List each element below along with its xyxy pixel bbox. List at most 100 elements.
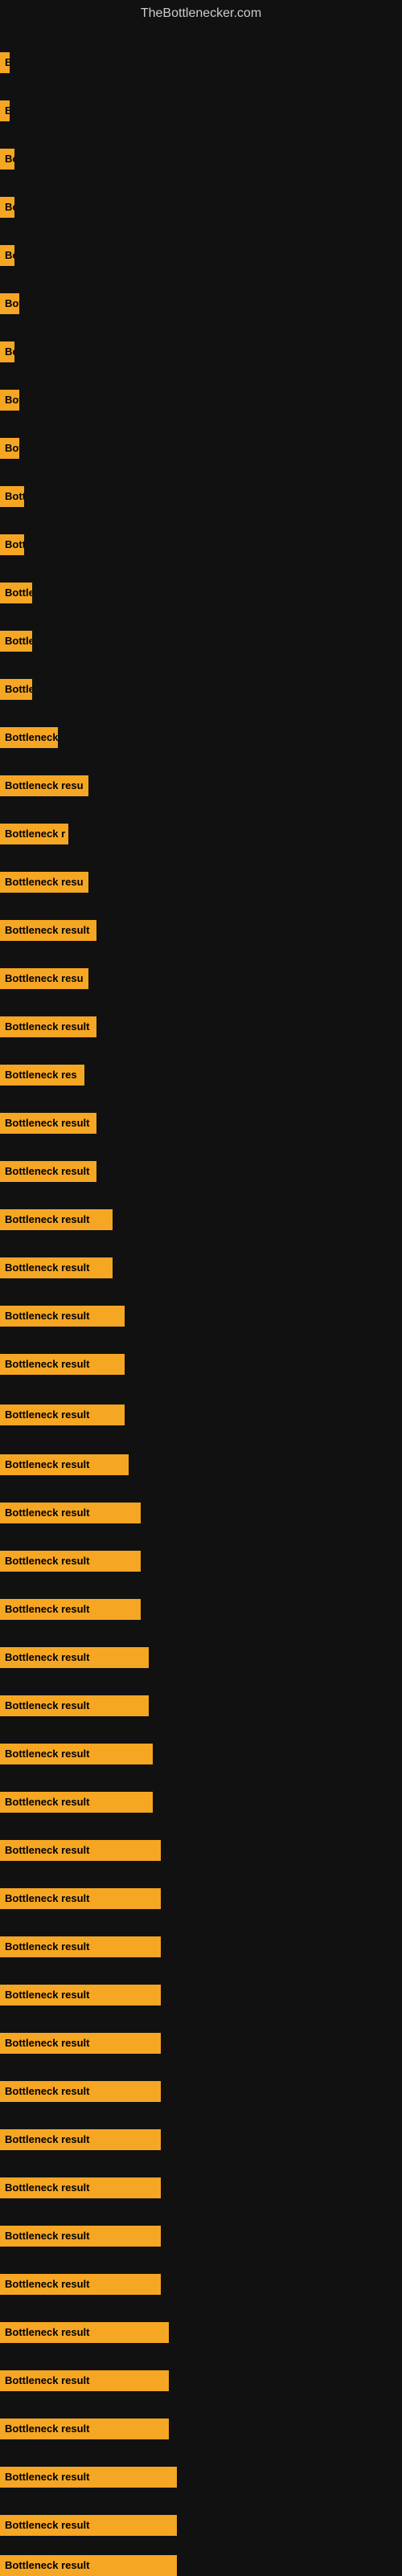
bottleneck-label: Bo	[0, 197, 14, 218]
bottleneck-label: Bott	[0, 534, 24, 555]
bottleneck-label: Bottleneck resu	[0, 775, 88, 796]
bottleneck-item: Bottleneck result	[0, 2033, 402, 2054]
bottleneck-item: Bottleneck result	[0, 2322, 402, 2343]
bottleneck-item: Bottleneck result	[0, 2081, 402, 2102]
bottleneck-label: Bottleneck result	[0, 2555, 177, 2576]
bottleneck-label: Bottleneck result	[0, 1599, 141, 1620]
bottleneck-label: Bottleneck result	[0, 2177, 161, 2198]
bottleneck-label: Bottleneck result	[0, 1792, 153, 1813]
bottleneck-label: Bottleneck result	[0, 1551, 141, 1572]
bottleneck-label: Bottleneck result	[0, 2033, 161, 2054]
bottleneck-label: Bottleneck result	[0, 1936, 161, 1957]
bottleneck-label: Bottleneck result	[0, 1985, 161, 2006]
bottleneck-item: Bottleneck result	[0, 1016, 402, 1037]
bottleneck-label: Bottleneck result	[0, 2081, 161, 2102]
bottleneck-label: Bottle	[0, 679, 32, 700]
bottleneck-item: Bottleneck result	[0, 2467, 402, 2488]
bottleneck-item: Bottle	[0, 679, 402, 700]
bottleneck-label: Bottleneck result	[0, 1888, 161, 1909]
bottleneck-item: Bo	[0, 341, 402, 362]
bottleneck-label: Bo	[0, 341, 14, 362]
bottleneck-label: Bottleneck result	[0, 1016, 96, 1037]
bottleneck-item: Bottleneck result	[0, 2370, 402, 2391]
bottleneck-label: Bottleneck	[0, 727, 58, 748]
bottleneck-label: Bottleneck result	[0, 1257, 113, 1278]
bottleneck-label: Bottleneck res	[0, 1065, 84, 1086]
bottleneck-label: Bottleneck result	[0, 1647, 149, 1668]
site-title: TheBottlenecker.com	[141, 6, 261, 21]
bottleneck-label: Bottleneck result	[0, 1354, 125, 1375]
bottleneck-label: Bottleneck result	[0, 1306, 125, 1327]
bottleneck-item: Bottleneck result	[0, 1888, 402, 1909]
bottleneck-item: Bottleneck result	[0, 1744, 402, 1764]
bottleneck-label: Bottleneck resu	[0, 968, 88, 989]
bottleneck-item: Bottleneck result	[0, 1454, 402, 1475]
bottleneck-label: Bottleneck result	[0, 1405, 125, 1425]
bottleneck-item: Bott	[0, 486, 402, 507]
bottleneck-item: Bottleneck result	[0, 1840, 402, 1861]
bottleneck-label: Bottleneck result	[0, 2419, 169, 2439]
bottleneck-item: Bottleneck result	[0, 1306, 402, 1327]
bottleneck-item: Bottleneck result	[0, 1647, 402, 1668]
bottleneck-item: Bo	[0, 149, 402, 170]
bottleneck-item: Bottleneck result	[0, 2555, 402, 2576]
bottleneck-label: Bottle	[0, 631, 32, 652]
bottleneck-item: Bottleneck result	[0, 2274, 402, 2295]
bottleneck-item: Bottle	[0, 631, 402, 652]
bottleneck-item: Bottleneck result	[0, 1161, 402, 1182]
bottleneck-label: Bottleneck result	[0, 1695, 149, 1716]
bottleneck-label: Bottleneck result	[0, 2370, 169, 2391]
bottleneck-item: Bottleneck	[0, 727, 402, 748]
bottleneck-label: Bottleneck r	[0, 824, 68, 844]
bottleneck-item: Bott	[0, 534, 402, 555]
bottleneck-label: Bottleneck result	[0, 1161, 96, 1182]
bottleneck-label: Bottleneck result	[0, 2515, 177, 2536]
bottleneck-label: Bottleneck result	[0, 2467, 177, 2488]
bottleneck-item: Bottleneck result	[0, 1695, 402, 1716]
bottleneck-label: Bottleneck result	[0, 2322, 169, 2343]
bottleneck-label: Bottleneck result	[0, 2274, 161, 2295]
bottleneck-item: Bottleneck result	[0, 1936, 402, 1957]
bottleneck-item: Bot	[0, 438, 402, 459]
bottleneck-item: Bottleneck result	[0, 1551, 402, 1572]
bottleneck-label: B	[0, 52, 10, 73]
bottleneck-label: Bottleneck result	[0, 2226, 161, 2247]
bottleneck-item: Bottleneck result	[0, 1257, 402, 1278]
bottleneck-label: Bottleneck resu	[0, 872, 88, 893]
bottleneck-item: Bottleneck result	[0, 1113, 402, 1134]
bottleneck-label: Bottleneck result	[0, 1503, 141, 1523]
bottleneck-label: Bottle	[0, 583, 32, 603]
bottleneck-item: Bottleneck result	[0, 2515, 402, 2536]
bottleneck-label: B	[0, 100, 10, 121]
bottleneck-item: Bot	[0, 293, 402, 314]
bottleneck-label: Bott	[0, 486, 24, 507]
bottleneck-label: Bottleneck result	[0, 1113, 96, 1134]
bottleneck-item: Bottleneck result	[0, 2419, 402, 2439]
bottleneck-item: Bottleneck result	[0, 1985, 402, 2006]
bottleneck-label: Bot	[0, 390, 19, 411]
bottleneck-item: Bottleneck result	[0, 1503, 402, 1523]
bottleneck-label: Bottleneck result	[0, 1454, 129, 1475]
bottleneck-item: Bottleneck result	[0, 1599, 402, 1620]
bottleneck-item: Bo	[0, 197, 402, 218]
bottleneck-item: Bottle	[0, 583, 402, 603]
bottleneck-label: Bottleneck result	[0, 1840, 161, 1861]
bottleneck-item: B	[0, 100, 402, 121]
bottleneck-item: Bottleneck r	[0, 824, 402, 844]
bottleneck-label: Bot	[0, 438, 19, 459]
bottleneck-item: Bottleneck result	[0, 1209, 402, 1230]
bottleneck-item: Bottleneck result	[0, 920, 402, 941]
bottleneck-item: Bottleneck result	[0, 2226, 402, 2247]
bottleneck-label: Bottleneck result	[0, 2129, 161, 2150]
bottleneck-item: Bo	[0, 245, 402, 266]
bottleneck-item: Bottleneck result	[0, 1405, 402, 1425]
bottleneck-item: Bot	[0, 390, 402, 411]
bottleneck-item: Bottleneck result	[0, 1354, 402, 1375]
bottleneck-label: Bot	[0, 293, 19, 314]
bottleneck-label: Bottleneck result	[0, 1209, 113, 1230]
bottleneck-label: Bottleneck result	[0, 920, 96, 941]
bottleneck-item: Bottleneck result	[0, 2177, 402, 2198]
bottleneck-item: Bottleneck resu	[0, 775, 402, 796]
bottleneck-item: B	[0, 52, 402, 73]
bottleneck-item: Bottleneck resu	[0, 872, 402, 893]
